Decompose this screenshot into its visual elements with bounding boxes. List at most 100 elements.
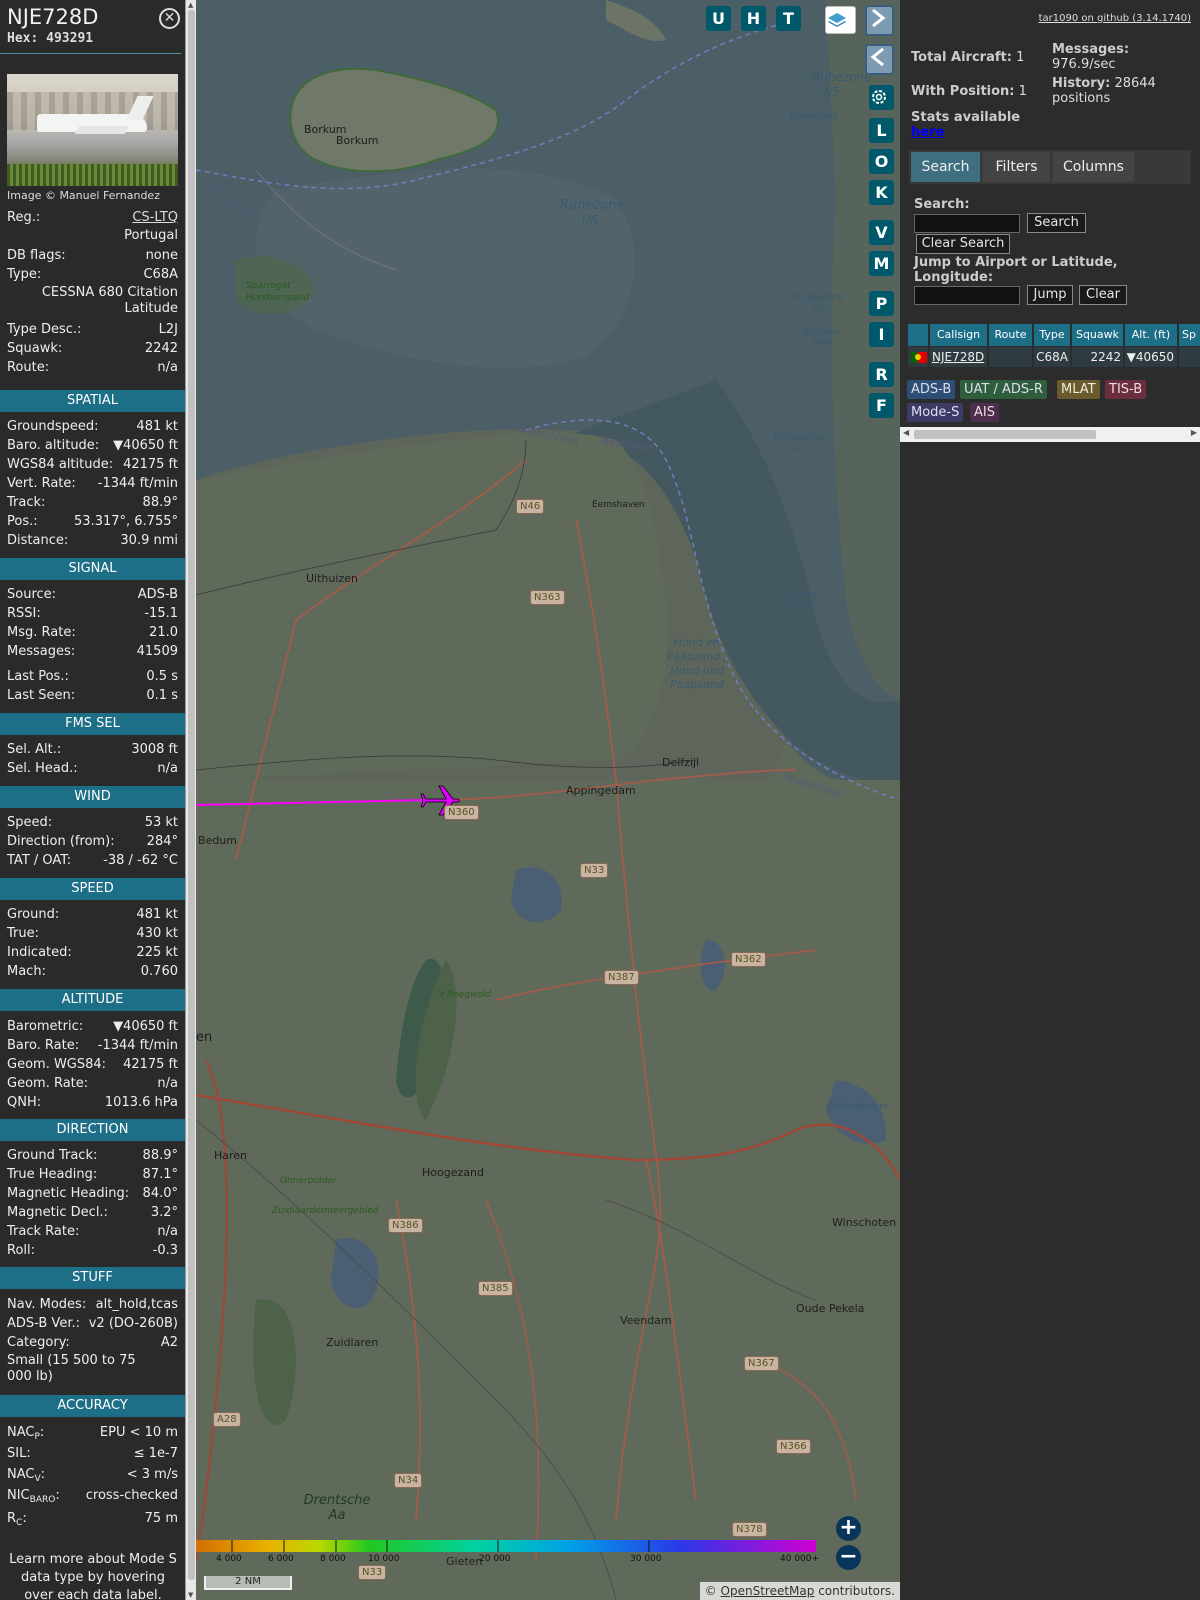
country: Portugal: [124, 228, 178, 243]
button-i[interactable]: I: [869, 322, 894, 347]
place-drentsche-aa: Drentsche Aa: [303, 1493, 371, 1523]
stats-here-link[interactable]: here: [911, 125, 944, 140]
info-row-dbflags: DB flags: none: [7, 248, 178, 263]
road-shield: N378: [732, 1522, 767, 1537]
column-flag[interactable]: [908, 324, 929, 346]
close-icon[interactable]: ✕: [159, 8, 180, 29]
info-row-squawk: Squawk: 2242: [7, 341, 178, 356]
legend-tisb[interactable]: TIS-B: [1105, 380, 1147, 399]
legend-mlat[interactable]: MLAT: [1057, 380, 1100, 399]
button-v[interactable]: V: [869, 220, 894, 245]
signal-rows: Source: ADS-B RSSI: -15.1 Msg. Rate: 21.0 M…: [7, 587, 178, 703]
section-wind: WIND: [0, 786, 185, 808]
info-row-type: Type: C68A: [7, 267, 178, 282]
collapse-sidebar-icon[interactable]: [865, 5, 894, 36]
info-row-typedesc: Type Desc.: L2J: [7, 322, 178, 337]
place-borkum-town: Borkum: [336, 134, 379, 147]
map-view[interactable]: Borkum Borkum Ruhezone I/6 Ruhezone I/5 …: [196, 0, 900, 1600]
aircraft-detail-panel: NJE728D Hex: 493291 ✕ Image © Manuel Fer…: [0, 0, 196, 1600]
tab-columns[interactable]: Columns: [1053, 152, 1134, 182]
place-delfzijl: Delfzijl: [662, 756, 700, 769]
registration-link[interactable]: CS-LTQ: [132, 210, 178, 225]
speed-rows: Ground: 481 kt True: 430 kt Indicated: 225 …: [7, 907, 178, 979]
settings-gear-icon[interactable]: [869, 85, 894, 110]
stuff-rows: Nav. Modes: alt_hold,tcas ADS-B Ver.: v2 (…: [0, 1296, 185, 1385]
road-shield: N367: [744, 1356, 779, 1371]
table-row-speed: [1179, 347, 1200, 367]
table-row-type: C68A: [1034, 347, 1071, 367]
column-speed[interactable]: Sp: [1179, 324, 1200, 346]
section-speed: SPEED: [0, 878, 185, 900]
table-horizontal-scrollbar[interactable]: ◀ ▶: [900, 427, 1200, 442]
legend-ais[interactable]: AIS: [970, 403, 999, 422]
search-input[interactable]: [914, 214, 1020, 233]
button-u[interactable]: U: [706, 6, 731, 31]
place-zuidlaardermeer: Zuidlaardermeergebied: [272, 1206, 379, 1216]
button-p[interactable]: P: [869, 291, 894, 316]
button-r[interactable]: R: [869, 362, 894, 387]
column-route[interactable]: Route: [989, 324, 1033, 346]
place-roegwold: 't Roegwold: [438, 990, 491, 1000]
place-partial-en: en: [196, 1030, 213, 1045]
place-haren: Haren: [214, 1149, 248, 1162]
zoom-in-icon[interactable]: +: [836, 1516, 861, 1541]
column-squawk[interactable]: Squawk: [1072, 324, 1124, 346]
table-row-callsign[interactable]: NJE728D: [930, 347, 988, 367]
altitude-tick: 40 000+: [780, 1554, 820, 1564]
button-h[interactable]: H: [741, 6, 766, 31]
info-rows: Reg.: CS-LTQ Portugal DB flags: none Type:…: [0, 209, 185, 378]
clear-button[interactable]: Clear: [1079, 285, 1127, 305]
layers-icon[interactable]: [825, 6, 856, 34]
button-f[interactable]: F: [869, 393, 894, 418]
column-type[interactable]: Type: [1034, 324, 1071, 346]
footer-note: Learn more about Mode S data type by hov…: [9, 1552, 177, 1600]
scale-bar: 2 NM: [204, 1576, 292, 1590]
section-direction: DIRECTION: [0, 1119, 185, 1141]
road-shield: N33: [358, 1565, 387, 1580]
altitude-legend-bar: [196, 1540, 816, 1552]
button-t[interactable]: T: [776, 6, 801, 31]
place-eemshaven: Eemshaven: [592, 500, 645, 510]
section-signal: SIGNAL: [0, 558, 185, 580]
place-gieten: Gieten: [446, 1555, 483, 1568]
expand-sidebar-icon[interactable]: [865, 44, 894, 75]
messages-stat: Messages: 976.9/sec: [1052, 42, 1130, 72]
aircraft-photo[interactable]: [7, 74, 178, 186]
tab-search[interactable]: Search: [911, 152, 980, 182]
button-k[interactable]: K: [869, 180, 894, 205]
button-l[interactable]: L: [869, 118, 894, 143]
detail-scrollbar[interactable]: ▲ ▼: [185, 0, 196, 1600]
zoom-out-icon[interactable]: −: [836, 1545, 861, 1570]
jump-input[interactable]: [914, 286, 1020, 305]
map-attribution: © OpenStreetMap contributors.: [699, 1582, 900, 1600]
jump-button[interactable]: Jump: [1027, 285, 1073, 305]
altitude-tick: 6 000: [268, 1554, 294, 1564]
info-row-reg: Reg.: CS-LTQ: [7, 210, 178, 225]
direction-rows: Ground Track: 88.9° True Heading: 87.1° Ma…: [7, 1148, 178, 1258]
column-callsign[interactable]: Callsign: [930, 324, 988, 346]
place-oldambtmeer: Oldambtmeer: [826, 1102, 889, 1112]
legend-adsb[interactable]: ADS-B: [907, 380, 956, 399]
osm-link[interactable]: OpenStreetMap: [721, 1584, 815, 1598]
legend-uat-adsr[interactable]: UAT / ADS-R: [960, 380, 1047, 399]
legend-modes[interactable]: Mode-S: [907, 403, 964, 422]
road-shield: N387: [604, 970, 639, 985]
road-shield: N362: [731, 952, 766, 967]
button-o[interactable]: O: [869, 149, 894, 174]
map-canvas: [196, 0, 900, 1600]
button-m[interactable]: M: [869, 251, 894, 276]
tab-filters[interactable]: Filters: [983, 152, 1050, 182]
spatial-rows: Groundspeed: 481 kt Baro. altitude: ▼40650…: [7, 419, 178, 548]
road-shield: N33: [580, 863, 609, 878]
place-ruhezone-i6: Ruhezone I/6: [560, 198, 625, 229]
column-altitude[interactable]: Alt. (ft): [1125, 324, 1178, 346]
stats-available: Stats available: [911, 110, 1021, 125]
section-altitude: ALTITUDE: [0, 989, 185, 1011]
place-oude-pekela: Oude Pekela: [796, 1302, 865, 1315]
table-row-altitude: ▼40650: [1125, 347, 1178, 367]
github-link[interactable]: tar1090 on github (3.14.1740): [1039, 13, 1191, 24]
clear-search-button[interactable]: Clear Search: [916, 234, 1010, 254]
search-label: Search:: [914, 197, 970, 212]
place-bedum: Bedum: [198, 834, 237, 847]
search-button[interactable]: Search: [1027, 213, 1086, 233]
